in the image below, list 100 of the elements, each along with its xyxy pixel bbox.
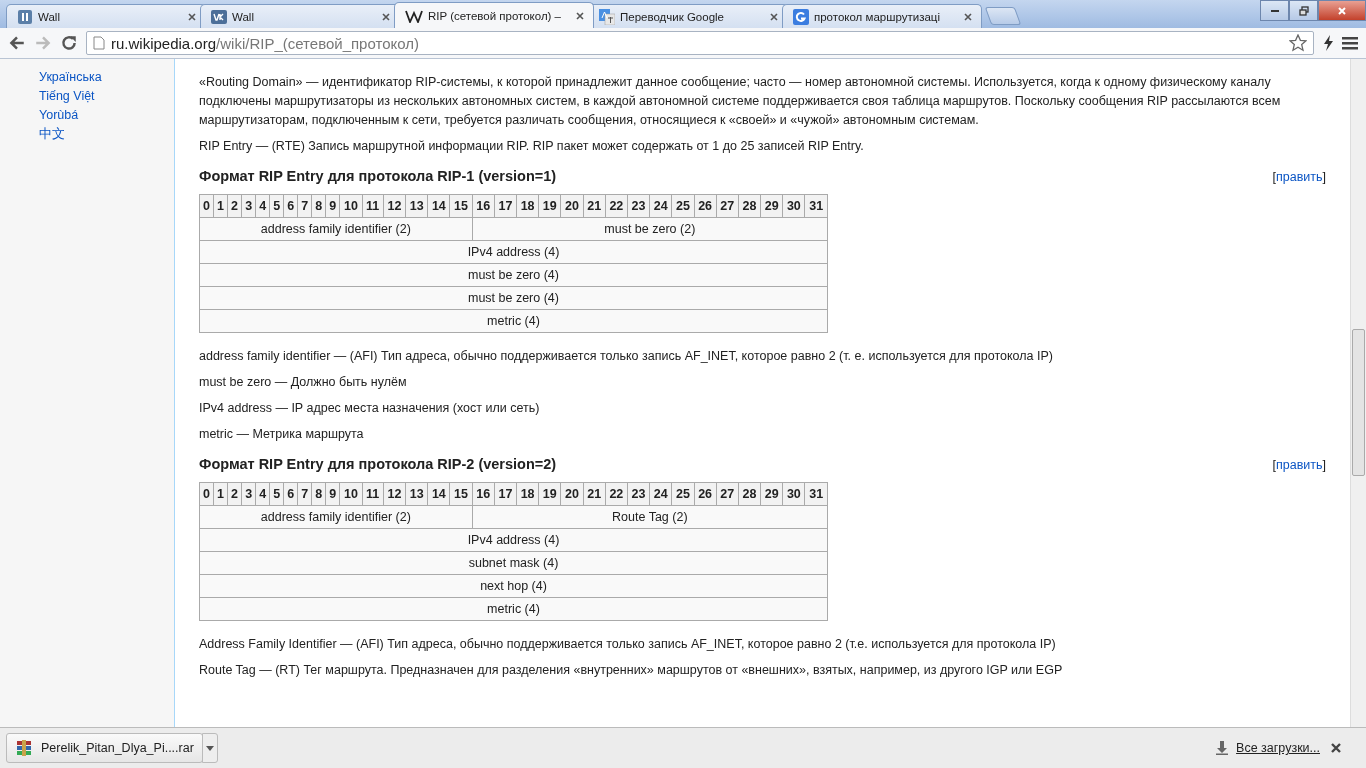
bit-number-cell: 28 [738, 482, 761, 506]
browser-tab[interactable]: RIP (сетевой протокол) – [394, 2, 594, 28]
bit-number-cell: 22 [605, 194, 628, 218]
bit-number-cell: 16 [472, 482, 495, 506]
scrollbar-thumb[interactable] [1352, 329, 1365, 476]
close-icon[interactable] [381, 11, 391, 22]
field-cell: IPv4 address (4) [199, 240, 828, 264]
bracket: ] [1322, 170, 1326, 184]
close-icon[interactable] [963, 11, 973, 22]
lightning-icon[interactable] [1322, 35, 1334, 51]
bit-number-cell: 27 [716, 482, 739, 506]
translate-icon [599, 8, 615, 25]
bracket: [ [1272, 170, 1276, 184]
paragraph: RIP Entry — (RTE) Запись маршрутной информации RIP. RIP пакет может содержать от 1 до 25 записей RIP Entry. [199, 138, 865, 155]
bit-number-cell: 25 [671, 482, 694, 506]
bit-number-cell: 21 [583, 482, 606, 506]
bit-number-cell: 18 [516, 482, 539, 506]
bit-number-cell: 13 [405, 482, 428, 506]
browser-tab[interactable]: протокол маршрутизаці [782, 4, 982, 28]
field-cell: IPv4 address (4) [199, 528, 828, 552]
bit-number-cell: 18 [516, 194, 539, 218]
bit-number-cell: 24 [649, 194, 672, 218]
bit-number-cell: 28 [738, 194, 761, 218]
bit-number-cell: 0 [199, 194, 214, 218]
paragraph: Address Family Identifier — (AFI) Тип адреса, обычно поддерживается только запись AF_INET, которое равно 2 (т.е. используется для протокола IP) [199, 636, 1057, 653]
section-heading: Формат RIP Entry для протокола RIP-2 (version=2) [199, 456, 558, 472]
menu-icon[interactable] [1342, 35, 1358, 51]
scrollbar[interactable] [1350, 59, 1366, 727]
bit-number-cell: 11 [362, 194, 384, 218]
field-cell: must be zero (4) [199, 263, 828, 287]
close-icon[interactable] [575, 10, 585, 21]
field-cell: metric (4) [199, 597, 828, 621]
field-cell: must be zero (4) [199, 286, 828, 310]
bit-number-cell: 20 [560, 482, 584, 506]
field-cell: address family identifier (2) [199, 217, 473, 241]
address-bar[interactable]: ru.wikipedia.org/wiki/RIP_(сетевой_протокол) [86, 31, 1314, 55]
edit-link[interactable]: править [1275, 170, 1323, 184]
page-icon [93, 36, 105, 50]
bit-number-cell: 15 [449, 194, 473, 218]
bracket: ] [1322, 458, 1326, 472]
edit-link[interactable]: править [1275, 458, 1323, 472]
bit-number-cell: 13 [405, 194, 428, 218]
language-link[interactable]: Yorùbá [39, 107, 174, 123]
field-cell: address family identifier (2) [199, 505, 473, 529]
language-link[interactable]: Українська [39, 69, 174, 85]
bit-number-cell: 10 [339, 482, 362, 506]
close-icon[interactable] [187, 11, 197, 22]
paragraph: «Routing Domain» — идентификатор RIP-системы, к которой принадлежит данное сообщение; часто — номер автономной системы. Используется, когда к одному физическому каналу подключены маршрутизаторы из нескольких автономных систем, в каждой автономной системе поддерживается своя таблица маршрутов. Поскольку сообщения RIP рассылаются всем маршрутизаторам, подключенным к сети, требуется различать сообщения, относящиеся к «своей» и «чужой» автономным системам. [199, 74, 1282, 129]
all-downloads-link[interactable]: Все загрузки... [1236, 741, 1320, 755]
bit-number-cell: 15 [449, 482, 473, 506]
paragraph: must be zero — Должно быть нулём [199, 374, 408, 391]
section-heading: Формат RIP Entry для протокола RIP-1 (version=1) [199, 168, 558, 184]
bit-number-cell: 29 [760, 194, 783, 218]
bit-number-cell: 30 [782, 482, 805, 506]
bit-number-cell: 16 [472, 194, 495, 218]
bit-number-cell: 26 [694, 194, 717, 218]
wikipedia-w-icon [405, 8, 423, 23]
bit-number-cell: 17 [494, 482, 517, 506]
bit-number-cell: 26 [694, 482, 717, 506]
restore-icon [1298, 5, 1309, 16]
vk-logo-icon [211, 8, 227, 25]
close-icon[interactable] [1330, 742, 1342, 754]
caret-icon [205, 745, 214, 751]
field-cell: subnet mask (4) [199, 551, 828, 575]
close-icon [1337, 5, 1347, 16]
bit-number-cell: 20 [560, 194, 584, 218]
language-link[interactable]: Tiếng Việt [39, 88, 174, 104]
minimize-icon [1270, 9, 1279, 12]
bit-number-cell: 12 [383, 482, 406, 506]
close-icon[interactable] [769, 11, 779, 22]
field-cell: must be zero (2) [472, 217, 828, 241]
paragraph: metric — Метрика маршрута [199, 426, 365, 443]
bit-number-cell: 0 [199, 482, 214, 506]
bit-number-cell: 19 [538, 482, 561, 506]
language-link[interactable]: 中文 [39, 126, 174, 142]
close-window-button[interactable] [1318, 0, 1366, 21]
field-cell: next hop (4) [199, 574, 828, 598]
back-icon[interactable] [8, 34, 26, 52]
bit-number-cell: 23 [627, 194, 650, 218]
reload-icon[interactable] [60, 34, 78, 52]
bit-number-cell: 22 [605, 482, 628, 506]
download-item[interactable]: Perelik_Pitan_Dlya_Pi....rar [6, 733, 203, 763]
star-icon[interactable] [1289, 34, 1307, 52]
bit-number-cell: 19 [538, 194, 561, 218]
field-cell: metric (4) [199, 309, 828, 333]
bit-number-cell: 25 [671, 194, 694, 218]
field-cell: Route Tag (2) [472, 505, 828, 529]
bit-number-cell: 31 [804, 482, 828, 506]
bit-number-cell: 30 [782, 194, 805, 218]
minimize-button[interactable] [1260, 0, 1289, 21]
paragraph: Route Tag — (RT) Тег маршрута. Предназначен для разделения «внутренних» маршрутов от «внешних», взятых, например, из другого IGP или EGP [199, 662, 1064, 679]
bit-number-cell: 12 [383, 194, 406, 218]
google-g-icon [793, 8, 809, 25]
bit-number-cell: 24 [649, 482, 672, 506]
bit-number-cell: 11 [362, 482, 384, 506]
pause-icon [17, 8, 33, 25]
restore-button[interactable] [1289, 0, 1318, 21]
bit-number-cell: 27 [716, 194, 739, 218]
bit-number-cell: 17 [494, 194, 517, 218]
paragraph: IPv4 address — IP адрес места назначения (хост или сеть) [199, 400, 541, 417]
